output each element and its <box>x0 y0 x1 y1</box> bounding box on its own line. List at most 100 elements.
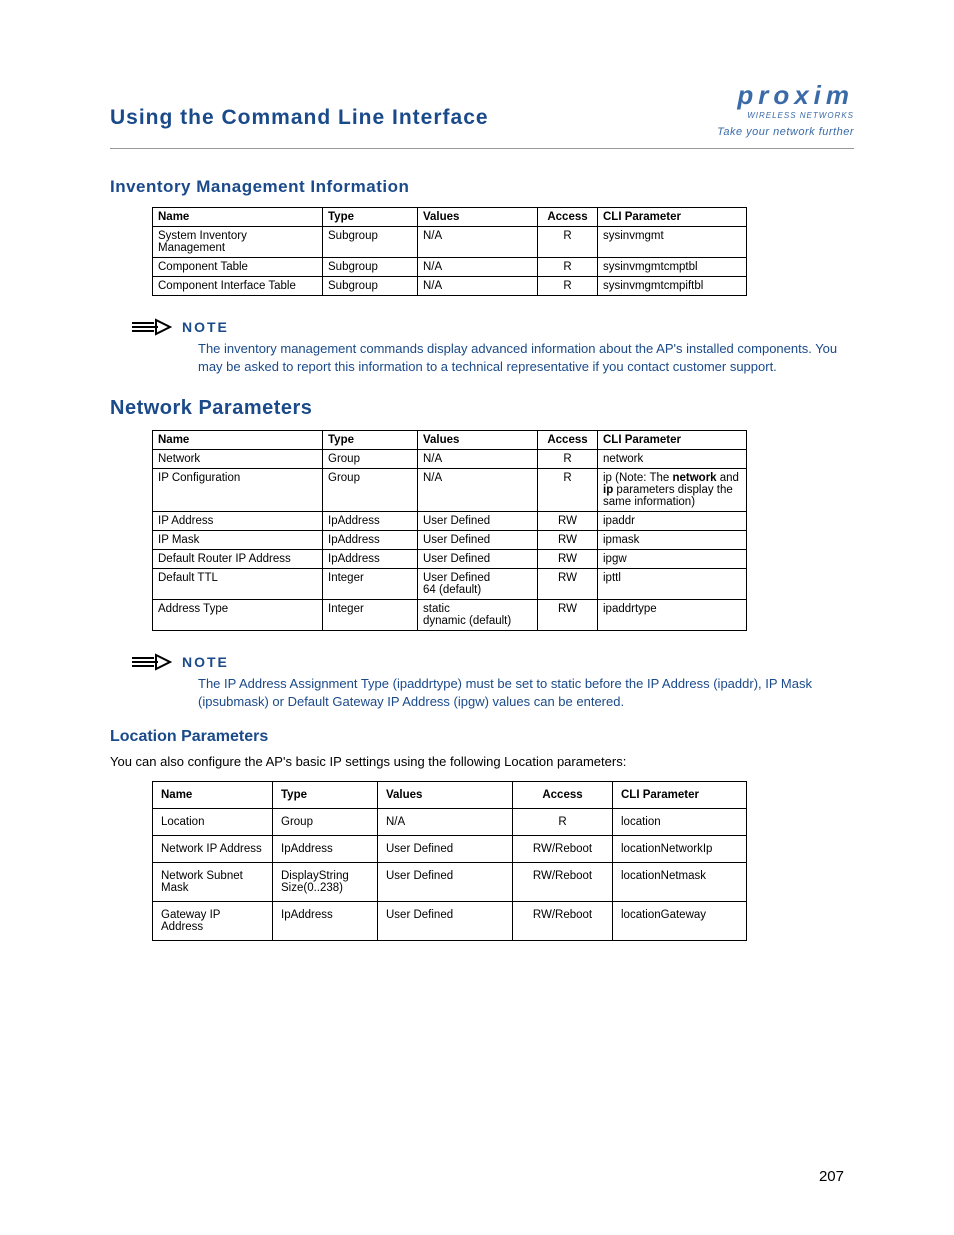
cell-cli: ipttl <box>598 569 747 600</box>
table-row: Network IP Address IpAddress User Define… <box>153 836 747 863</box>
cell-name: Network IP Address <box>153 836 273 863</box>
col-access: Access <box>538 208 598 227</box>
col-type: Type <box>273 782 378 809</box>
cell-values: User Defined <box>418 512 538 531</box>
cell-type: Integer <box>323 569 418 600</box>
cell-cli: ipgw <box>598 550 747 569</box>
cell-type: IpAddress <box>323 531 418 550</box>
cell-access: RW <box>538 569 598 600</box>
table-row: System Inventory Management Subgroup N/A… <box>153 227 747 258</box>
cell-type: Integer <box>323 600 418 631</box>
cell-type: Group <box>323 469 418 512</box>
cell-name: IP Address <box>153 512 323 531</box>
cell-name: IP Configuration <box>153 469 323 512</box>
table-row: IP Address IpAddress User Defined RW ipa… <box>153 512 747 531</box>
note-arrow-icon <box>130 318 172 336</box>
cell-cli: locationNetmask <box>613 863 747 902</box>
table-header-row: Name Type Values Access CLI Parameter <box>153 431 747 450</box>
cell-values: User Defined <box>418 550 538 569</box>
cell-cli: ipaddrtype <box>598 600 747 631</box>
inventory-note: NOTE The inventory management commands d… <box>130 318 854 375</box>
cell-cli: location <box>613 809 747 836</box>
cell-type: Subgroup <box>323 258 418 277</box>
cell-values: N/A <box>418 277 538 296</box>
cell-type: Subgroup <box>323 277 418 296</box>
cell-cli: ipmask <box>598 531 747 550</box>
cell-access: R <box>538 227 598 258</box>
table-row: Component Interface Table Subgroup N/A R… <box>153 277 747 296</box>
page-header: Using the Command Line Interface proxim … <box>110 80 854 138</box>
cell-access: R <box>538 277 598 296</box>
table-row: Network Subnet Mask DisplayStringSize(0.… <box>153 863 747 902</box>
location-table: Name Type Values Access CLI Parameter Lo… <box>152 781 747 941</box>
col-values: Values <box>418 208 538 227</box>
table-header-row: Name Type Values Access CLI Parameter <box>153 208 747 227</box>
cell-access: RW <box>538 531 598 550</box>
col-access: Access <box>538 431 598 450</box>
cell-type: IpAddress <box>323 512 418 531</box>
cell-type: IpAddress <box>273 902 378 941</box>
col-type: Type <box>323 431 418 450</box>
cell-values: N/A <box>418 469 538 512</box>
cell-access: R <box>538 469 598 512</box>
table-header-row: Name Type Values Access CLI Parameter <box>153 782 747 809</box>
col-name: Name <box>153 208 323 227</box>
note-label: NOTE <box>182 654 229 670</box>
cell-type: Group <box>273 809 378 836</box>
table-row: Gateway IP Address IpAddress User Define… <box>153 902 747 941</box>
cell-name: Component Interface Table <box>153 277 323 296</box>
cell-name: System Inventory Management <box>153 227 323 258</box>
table-row: Default TTL Integer User Defined64 (defa… <box>153 569 747 600</box>
network-table: Name Type Values Access CLI Parameter Ne… <box>152 430 747 631</box>
note-body: The inventory management commands displa… <box>198 340 854 375</box>
header-divider <box>110 148 854 149</box>
cell-access: R <box>513 809 613 836</box>
location-heading: Location Parameters <box>110 728 854 746</box>
cell-name: Default Router IP Address <box>153 550 323 569</box>
cell-values: N/A <box>418 227 538 258</box>
page-number: 207 <box>819 1168 844 1185</box>
table-row: IP Mask IpAddress User Defined RW ipmask <box>153 531 747 550</box>
table-row: Network Group N/A R network <box>153 450 747 469</box>
cell-access: RW/Reboot <box>513 902 613 941</box>
cell-type: Group <box>323 450 418 469</box>
note-label: NOTE <box>182 319 229 335</box>
col-values: Values <box>418 431 538 450</box>
cell-cli: locationNetworkIp <box>613 836 747 863</box>
cell-values: User Defined <box>378 836 513 863</box>
col-cli: CLI Parameter <box>598 208 747 227</box>
cell-access: RW/Reboot <box>513 863 613 902</box>
location-intro: You can also configure the AP's basic IP… <box>110 754 854 769</box>
cell-access: R <box>538 450 598 469</box>
logo-text: proxim <box>717 80 854 111</box>
table-row: Address Type Integer staticdynamic (defa… <box>153 600 747 631</box>
cell-type: IpAddress <box>273 836 378 863</box>
cell-name: Network <box>153 450 323 469</box>
cell-values: User Defined64 (default) <box>418 569 538 600</box>
table-row: Default Router IP Address IpAddress User… <box>153 550 747 569</box>
cell-cli: locationGateway <box>613 902 747 941</box>
cell-cli: ip (Note: The network and ip parameters … <box>598 469 747 512</box>
cell-cli: sysinvmgmtcmpiftbl <box>598 277 747 296</box>
cell-access: RW/Reboot <box>513 836 613 863</box>
network-heading: Network Parameters <box>110 397 854 420</box>
cell-access: RW <box>538 512 598 531</box>
cell-access: R <box>538 258 598 277</box>
cell-cli: ipaddr <box>598 512 747 531</box>
cell-values: N/A <box>378 809 513 836</box>
note-body: The IP Address Assignment Type (ipaddrty… <box>198 675 854 710</box>
cell-cli: sysinvmgmtcmptbl <box>598 258 747 277</box>
cell-name: Component Table <box>153 258 323 277</box>
network-note: NOTE The IP Address Assignment Type (ipa… <box>130 653 854 710</box>
cell-type: IpAddress <box>323 550 418 569</box>
col-name: Name <box>153 431 323 450</box>
col-name: Name <box>153 782 273 809</box>
inventory-heading: Inventory Management Information <box>110 177 854 197</box>
cell-values: N/A <box>418 258 538 277</box>
logo-subtext: WIRELESS NETWORKS <box>717 111 854 120</box>
page-title: Using the Command Line Interface <box>110 106 489 130</box>
cell-name: Default TTL <box>153 569 323 600</box>
logo-tagline: Take your network further <box>717 126 854 138</box>
cell-values: staticdynamic (default) <box>418 600 538 631</box>
cell-name: Gateway IP Address <box>153 902 273 941</box>
